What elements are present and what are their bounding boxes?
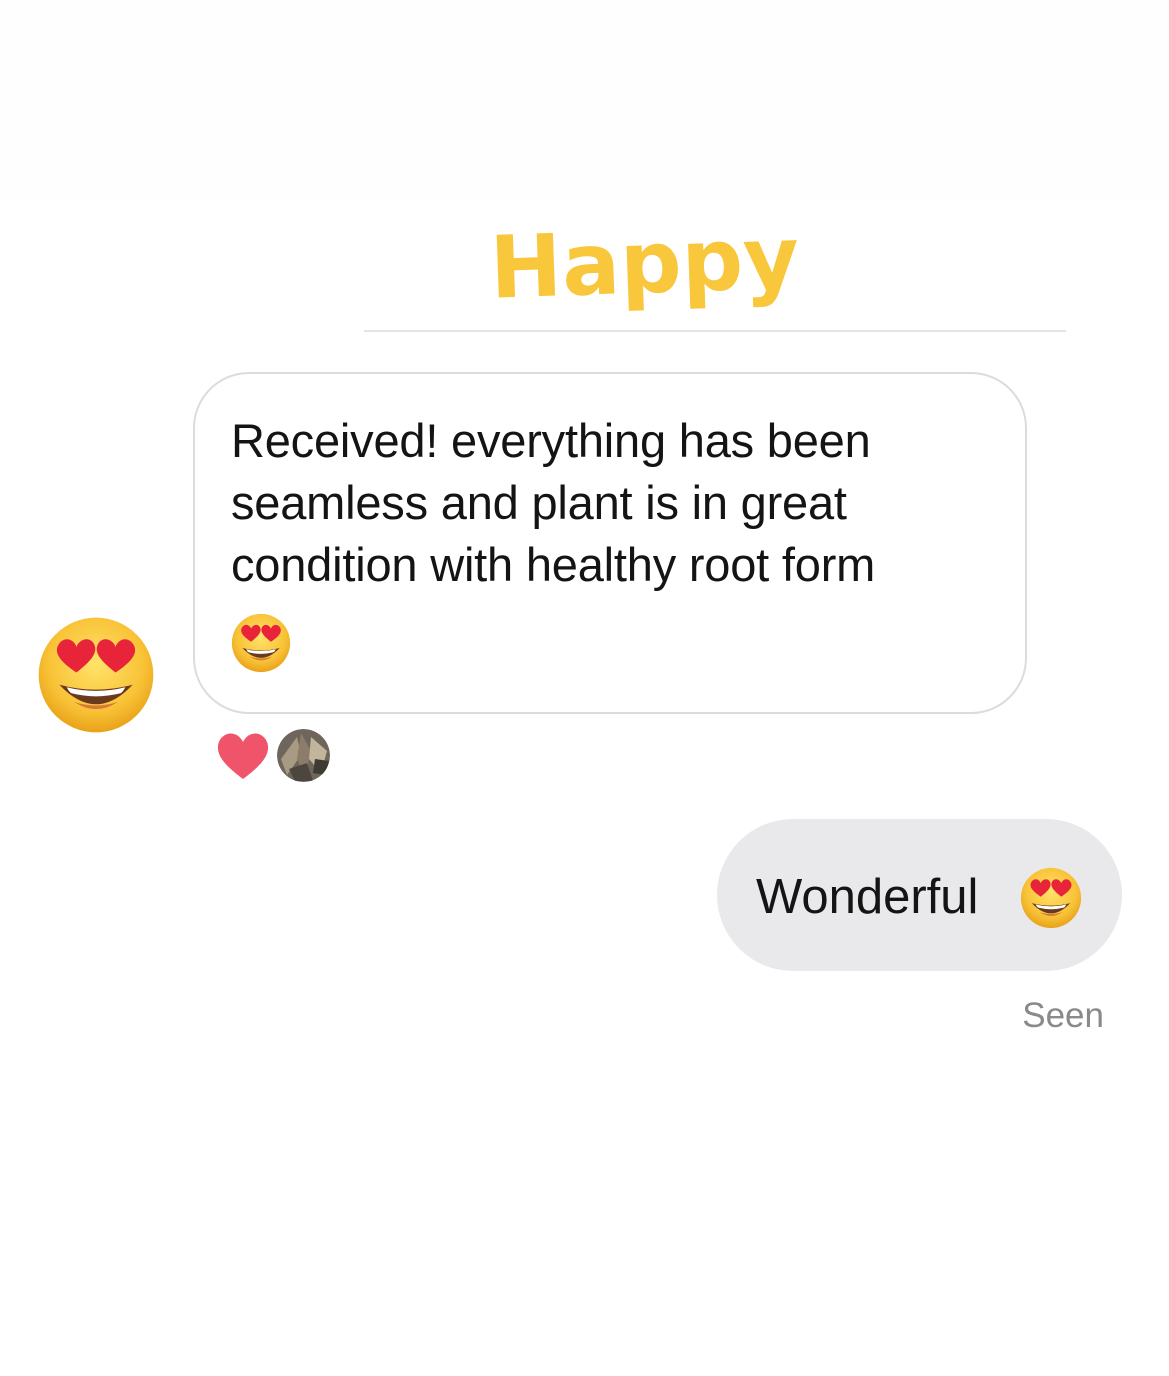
heart-eyes-icon [230,612,292,674]
sent-message-text: Wonderful [756,870,979,924]
received-message-text: Received! everything has been seamless a… [231,414,876,591]
seen-status: Seen [1022,996,1104,1035]
heart-reaction-icon[interactable] [215,731,271,781]
heart-eyes-icon [1019,866,1083,930]
conversation-title: Happy [486,200,826,330]
received-message-bubble[interactable]: Received! everything has been seamless a… [193,372,1027,714]
reactor-avatar[interactable] [277,729,330,782]
title-divider [364,330,1066,332]
top-blank-area [0,0,1169,200]
sender-avatar-heart-eyes-icon[interactable] [35,614,157,736]
conversation-title-text: Happy [488,208,801,319]
